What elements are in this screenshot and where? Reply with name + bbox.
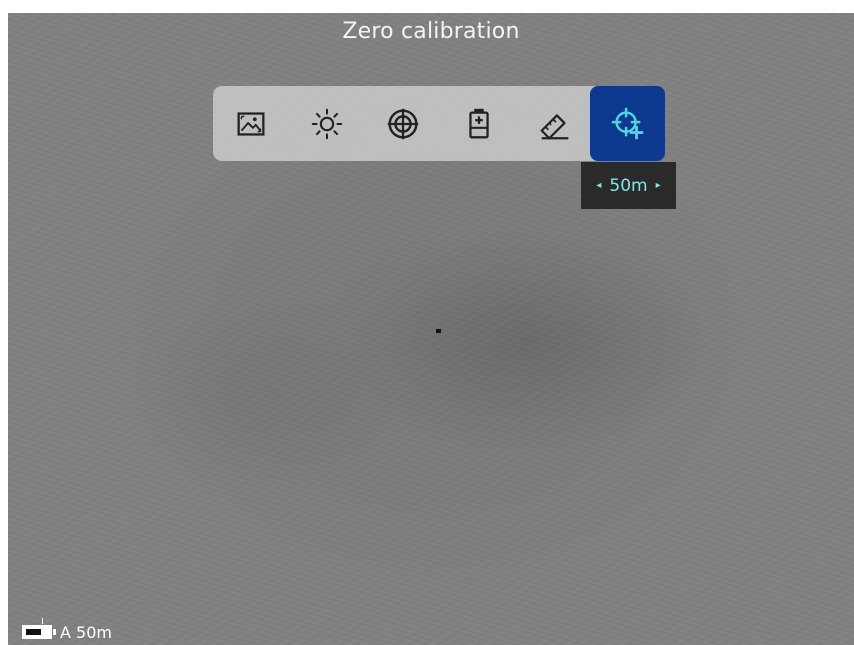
reticle-center-dot: [436, 329, 441, 333]
reticle-icon: [387, 108, 418, 139]
thermal-viewport: Zero calibration ◂ 50m ▸ A 50m: [8, 13, 854, 645]
ruler-icon: [540, 113, 568, 139]
battery-icon: [22, 618, 56, 639]
menu-item-reticle[interactable]: [365, 86, 440, 161]
crosshair-plus-icon: [611, 107, 643, 139]
menu-item-power[interactable]: [441, 86, 516, 161]
zero-distance-selector: ◂ 50m ▸: [581, 162, 676, 209]
brightness-icon: [311, 108, 342, 139]
battery-plus-icon: [468, 108, 489, 138]
increase-arrow-icon[interactable]: ▸: [656, 180, 661, 191]
quick-menu-bar: [213, 86, 665, 161]
battery-tick-mark: [42, 618, 43, 624]
zero-distance-value: 50m: [609, 175, 648, 196]
mode-distance-readout: A 50m: [60, 622, 112, 642]
menu-item-image-mode[interactable]: [213, 86, 288, 161]
page-title: Zero calibration: [342, 19, 520, 44]
menu-item-brightness[interactable]: [289, 86, 364, 161]
menu-item-zero-calibration[interactable]: [590, 86, 665, 161]
menu-item-rangefinder[interactable]: [517, 86, 592, 161]
decrease-arrow-icon[interactable]: ◂: [596, 180, 601, 191]
status-bar: A 50m: [22, 618, 112, 643]
image-mode-icon: [237, 111, 264, 136]
